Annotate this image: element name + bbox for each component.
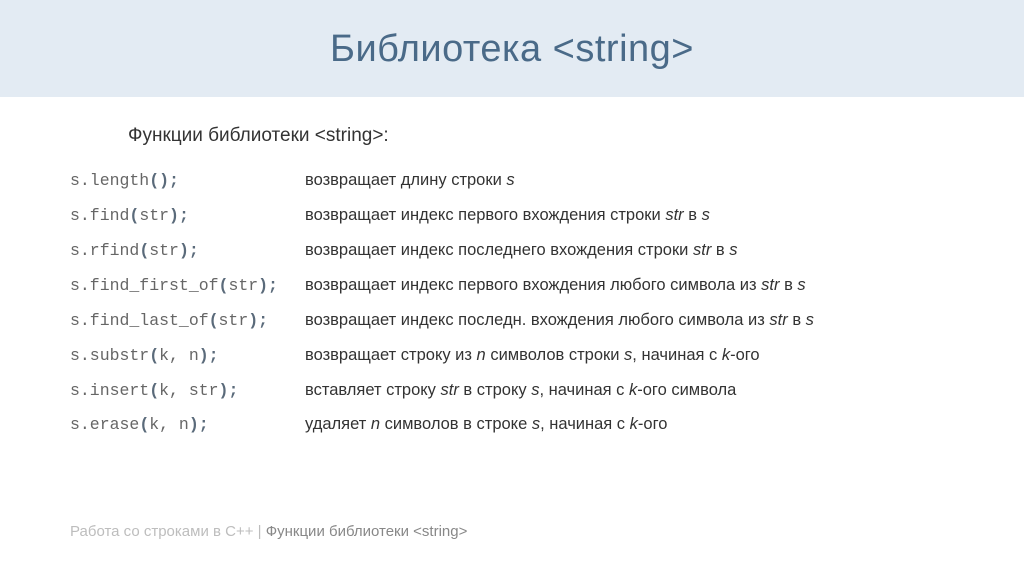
func-code: s.erase(k, n);	[70, 413, 305, 437]
footer-context: Работа со строками в С++ |	[70, 523, 266, 540]
func-code: s.find_last_of(str);	[70, 309, 305, 333]
footer: Работа со строками в С++ | Функции библи…	[70, 523, 467, 540]
func-code: s.find(str);	[70, 204, 305, 228]
func-desc: удаляет n символов в строке s, начиная с…	[305, 413, 954, 437]
footer-section: Функции библиотеки <string>	[266, 523, 468, 540]
func-desc: возвращает индекс первого вхождения стро…	[305, 204, 954, 228]
func-code: s.substr(k, n);	[70, 344, 305, 368]
func-desc: возвращает индекс последн. вхождения люб…	[305, 309, 954, 333]
functions-table: s.length(); возвращает длину строки s s.…	[70, 169, 954, 437]
func-code: s.insert(k, str);	[70, 379, 305, 403]
content-area: Функции библиотеки <string>: s.length();…	[0, 97, 1024, 437]
func-code: s.find_first_of(str);	[70, 274, 305, 298]
func-code: s.length();	[70, 169, 305, 193]
func-code: s.rfind(str);	[70, 239, 305, 263]
func-desc: возвращает длину строки s	[305, 169, 954, 193]
subtitle: Функции библиотеки <string>:	[128, 125, 954, 147]
func-desc: вставляет строку str в строку s, начиная…	[305, 379, 954, 403]
func-desc: возвращает индекс последнего вхождения с…	[305, 239, 954, 263]
page-title: Библиотека <string>	[0, 28, 1024, 71]
func-desc: возвращает строку из n символов строки s…	[305, 344, 954, 368]
func-desc: возвращает индекс первого вхождения любо…	[305, 274, 954, 298]
title-band: Библиотека <string>	[0, 0, 1024, 97]
